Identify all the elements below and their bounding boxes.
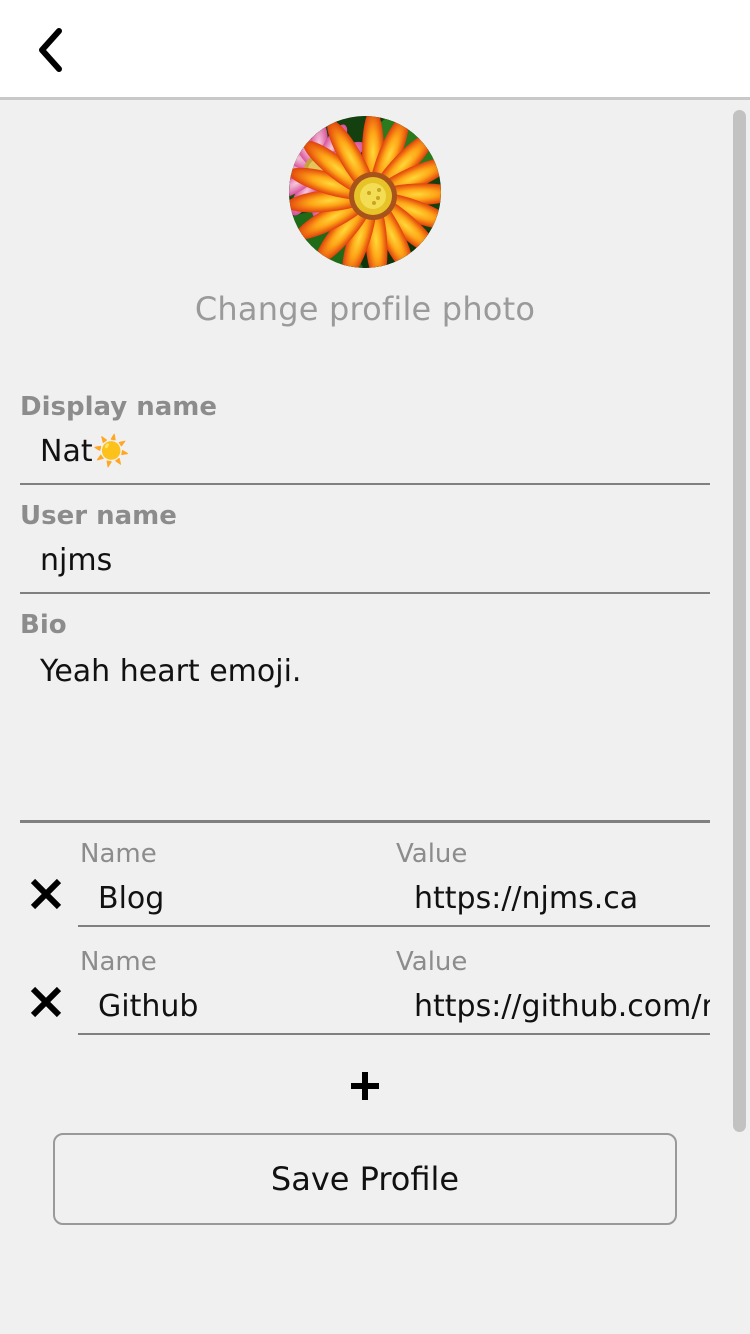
display-name-input[interactable]: Nat☀️ (20, 422, 710, 483)
link-value-underline (394, 925, 710, 927)
close-icon (29, 877, 63, 911)
link-name-input[interactable]: Blog (78, 869, 394, 925)
link-row: Name Blog Value https://njms.ca (0, 823, 730, 931)
add-link-row (0, 1039, 730, 1123)
link-value-column: Value https://github.com/na (394, 931, 710, 1035)
link-value-label: Value (396, 947, 468, 977)
plus-icon (347, 1068, 383, 1104)
link-name-underline (78, 925, 394, 927)
close-icon (29, 985, 63, 1019)
bio-field-group: Bio Yeah heart emoji. (0, 594, 730, 820)
flower-avatar-image (289, 116, 441, 268)
delete-link-button[interactable] (14, 823, 78, 931)
chevron-left-icon (35, 27, 65, 73)
user-name-field-group: User name njms (0, 485, 730, 594)
link-name-column: Name Github (78, 931, 394, 1035)
link-name-label: Name (80, 839, 157, 869)
user-name-label: User name (20, 501, 177, 531)
avatar[interactable] (289, 116, 441, 268)
top-navigation-bar (0, 0, 750, 100)
bio-input[interactable]: Yeah heart emoji. (20, 640, 710, 820)
avatar-container (0, 100, 730, 268)
link-value-input[interactable]: https://github.com/na (394, 977, 710, 1033)
link-value-input[interactable]: https://njms.ca (394, 869, 710, 925)
link-value-underline (394, 1033, 710, 1035)
display-name-field-group: Display name Nat☀️ (0, 392, 730, 485)
add-link-button[interactable] (333, 1057, 397, 1115)
delete-link-button[interactable] (14, 931, 78, 1039)
link-value-column: Value https://njms.ca (394, 823, 710, 927)
link-name-column: Name Blog (78, 823, 394, 927)
save-button-container: Save Profile (0, 1123, 730, 1225)
change-profile-photo-label[interactable]: Change profile photo (0, 290, 730, 328)
scrollable-content: Change profile photo Display name Nat☀️ … (0, 100, 750, 1334)
vertical-scrollbar-track[interactable] (730, 100, 750, 1334)
profile-edit-screen: Change profile photo Display name Nat☀️ … (0, 0, 750, 1334)
user-name-input[interactable]: njms (20, 531, 710, 592)
vertical-scrollbar-thumb[interactable] (733, 110, 746, 1132)
link-name-input[interactable]: Github (78, 977, 394, 1033)
bio-label: Bio (20, 610, 67, 640)
link-name-label: Name (80, 947, 157, 977)
form-container: Change profile photo Display name Nat☀️ … (0, 100, 730, 1285)
back-button[interactable] (22, 22, 78, 78)
display-name-label: Display name (20, 392, 218, 422)
link-row: Name Github Value https://github.com/na (0, 931, 730, 1039)
link-name-underline (78, 1033, 394, 1035)
link-value-label: Value (396, 839, 468, 869)
save-profile-button[interactable]: Save Profile (53, 1133, 677, 1225)
